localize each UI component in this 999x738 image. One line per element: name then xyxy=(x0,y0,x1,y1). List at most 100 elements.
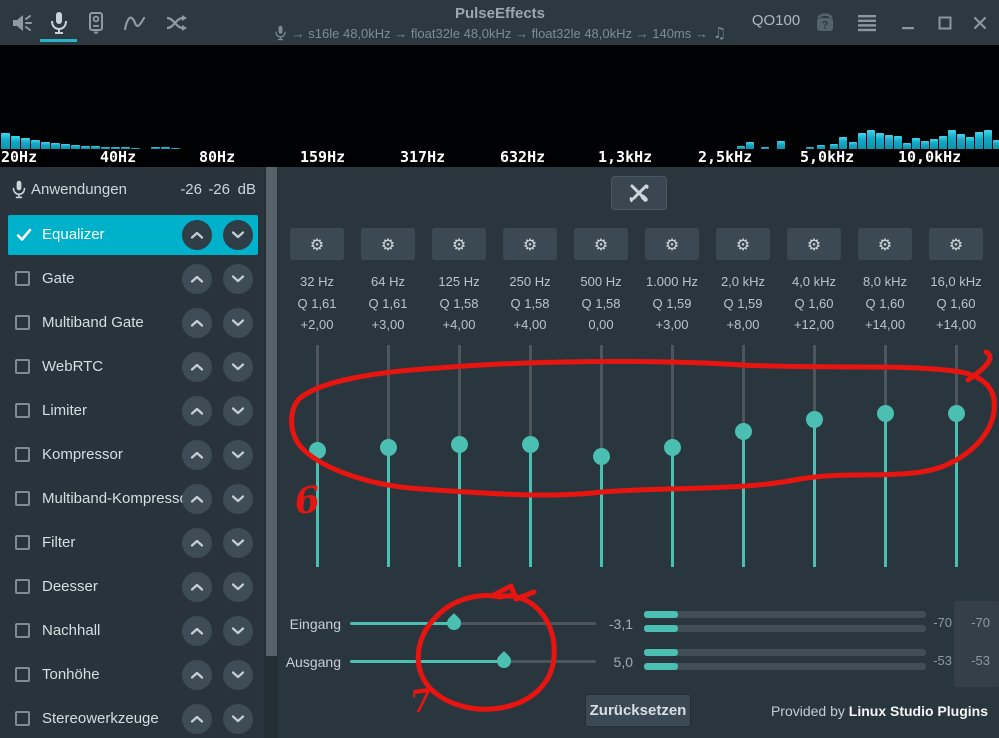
move-up-button[interactable] xyxy=(182,220,212,250)
move-up-button[interactable] xyxy=(182,484,212,514)
effect-checkbox[interactable] xyxy=(15,711,30,726)
close-button[interactable] xyxy=(961,6,998,39)
sidebar-item-label: WebRTC xyxy=(42,358,103,375)
sidebar-item-equalizer[interactable]: Equalizer xyxy=(8,215,258,255)
move-up-button[interactable] xyxy=(182,440,212,470)
speaker-tab-button[interactable] xyxy=(3,6,40,39)
output-gain-value: 5,0 xyxy=(595,654,633,670)
effect-checkbox[interactable] xyxy=(15,535,30,550)
band-settings-button[interactable]: ⚙ xyxy=(858,228,912,260)
band-gain-value: +4,00 xyxy=(419,317,499,332)
effect-checkbox[interactable] xyxy=(15,623,30,638)
help-button[interactable]: ? xyxy=(806,6,843,39)
minimize-button[interactable] xyxy=(889,6,926,39)
band-settings-button[interactable]: ⚙ xyxy=(432,228,486,260)
band-gain-slider-handle[interactable] xyxy=(451,436,468,453)
effect-checkbox[interactable] xyxy=(15,667,30,682)
sidebar-item-stereowerkzeuge[interactable]: Stereowerkzeuge xyxy=(8,699,258,738)
preset-name[interactable]: QO100 xyxy=(748,12,804,29)
effect-checkbox[interactable] xyxy=(15,315,30,330)
band-slider-fill xyxy=(458,444,461,567)
move-up-button[interactable] xyxy=(182,660,212,690)
spectrum-bar xyxy=(161,147,170,149)
menu-button[interactable] xyxy=(848,6,885,39)
band-slider-track xyxy=(600,345,603,457)
move-down-button[interactable] xyxy=(223,528,253,558)
spectrum-bar xyxy=(151,147,160,149)
band-slider-track xyxy=(671,345,674,447)
sidebar-item-limiter[interactable]: Limiter xyxy=(8,391,258,431)
move-up-button[interactable] xyxy=(182,308,212,338)
band-gain-slider-handle[interactable] xyxy=(664,439,681,456)
sidebar-item-gate[interactable]: Gate xyxy=(8,259,258,299)
band-settings-button[interactable]: ⚙ xyxy=(716,228,770,260)
chevron-up-icon xyxy=(188,625,206,637)
sidebar-item-tonh-he[interactable]: Tonhöhe xyxy=(8,655,258,695)
band-gain-slider-handle[interactable] xyxy=(380,439,397,456)
band-gain-slider-handle[interactable] xyxy=(735,423,752,440)
wave-tab-button[interactable] xyxy=(116,6,153,39)
sidebar-item-multiband-gate[interactable]: Multiband Gate xyxy=(8,303,258,343)
band-q: Q 1,58 xyxy=(561,296,641,311)
band-gain-slider-handle[interactable] xyxy=(948,405,965,422)
move-down-button[interactable] xyxy=(223,352,253,382)
move-up-button[interactable] xyxy=(182,396,212,426)
move-down-button[interactable] xyxy=(223,484,253,514)
spectrum-bar xyxy=(975,132,983,149)
level-meter-fill xyxy=(644,625,678,632)
band-q: Q 1,58 xyxy=(419,296,499,311)
band-settings-button[interactable]: ⚙ xyxy=(574,228,628,260)
move-down-button[interactable] xyxy=(223,308,253,338)
enabled-checkmark[interactable] xyxy=(15,227,33,243)
move-down-button[interactable] xyxy=(223,440,253,470)
svg-text:?: ? xyxy=(821,19,828,31)
equalizer-settings-button[interactable] xyxy=(611,176,667,210)
maximize-button[interactable] xyxy=(926,6,963,39)
move-up-button[interactable] xyxy=(182,616,212,646)
band-gain-slider-handle[interactable] xyxy=(593,448,610,465)
move-down-button[interactable] xyxy=(223,660,253,690)
sidebar-item-filter[interactable]: Filter xyxy=(8,523,258,563)
band-settings-button[interactable]: ⚙ xyxy=(929,228,983,260)
shuffle-tab-button[interactable] xyxy=(158,6,195,39)
move-up-button[interactable] xyxy=(182,704,212,734)
reset-button[interactable]: Zurücksetzen xyxy=(585,694,691,727)
effect-checkbox[interactable] xyxy=(15,491,30,506)
move-down-button[interactable] xyxy=(223,264,253,294)
band-gain-slider-handle[interactable] xyxy=(522,436,539,453)
band-settings-button[interactable]: ⚙ xyxy=(503,228,557,260)
band-settings-button[interactable]: ⚙ xyxy=(645,228,699,260)
main-scrollbar-handle[interactable] xyxy=(266,167,277,656)
move-down-button[interactable] xyxy=(223,572,253,602)
move-down-button[interactable] xyxy=(223,396,253,426)
sidebar-item-nachhall[interactable]: Nachhall xyxy=(8,611,258,651)
band-gain-slider-handle[interactable] xyxy=(806,411,823,428)
sidebar-item-kompressor[interactable]: Kompressor xyxy=(8,435,258,475)
move-up-button[interactable] xyxy=(182,528,212,558)
effect-checkbox[interactable] xyxy=(15,447,30,462)
sidebar-item-webrtc[interactable]: WebRTC xyxy=(8,347,258,387)
effect-checkbox[interactable] xyxy=(15,271,30,286)
sidebar-item-deesser[interactable]: Deesser xyxy=(8,567,258,607)
effect-checkbox[interactable] xyxy=(15,403,30,418)
band-gain-slider-handle[interactable] xyxy=(877,405,894,422)
test-signal-tab-button[interactable] xyxy=(77,6,114,39)
move-up-button[interactable] xyxy=(182,352,212,382)
band-slider-fill xyxy=(316,450,319,567)
band-gain-slider-handle[interactable] xyxy=(309,442,326,459)
band-settings-button[interactable]: ⚙ xyxy=(361,228,415,260)
spectrum-bar xyxy=(948,130,956,149)
spectrum-bar xyxy=(858,133,866,149)
band-settings-button[interactable]: ⚙ xyxy=(290,228,344,260)
move-up-button[interactable] xyxy=(182,264,212,294)
move-up-button[interactable] xyxy=(182,572,212,602)
band-settings-button[interactable]: ⚙ xyxy=(787,228,841,260)
effect-checkbox[interactable] xyxy=(15,579,30,594)
effect-checkbox[interactable] xyxy=(15,359,30,374)
microphone-tab-button[interactable] xyxy=(40,6,77,39)
sidebar-item-multiband-kompressor[interactable]: Multiband-Kompressor xyxy=(8,479,258,519)
applications-header[interactable]: Anwendungen -26 -26 dB xyxy=(0,167,263,213)
move-down-button[interactable] xyxy=(223,704,253,734)
move-down-button[interactable] xyxy=(223,220,253,250)
move-down-button[interactable] xyxy=(223,616,253,646)
